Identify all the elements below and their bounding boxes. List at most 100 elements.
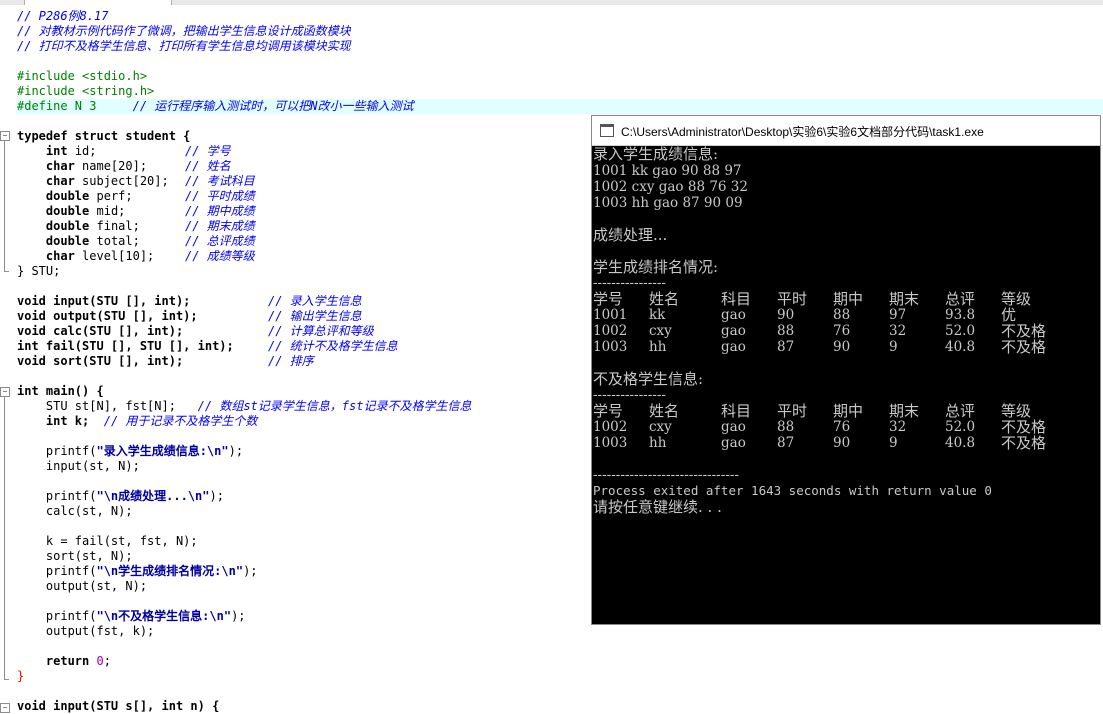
function-prototype: void input(STU [], int); <box>17 294 191 308</box>
fold-toggle-main[interactable]: − <box>0 387 10 397</box>
editor-tab-active[interactable] <box>24 0 172 5</box>
code-line[interactable]: void calc(STU [], int); // 计算总评和等级 <box>17 324 374 339</box>
variable-declaration: int k; <box>45 414 90 428</box>
code-line[interactable]: return 0; <box>17 654 111 669</box>
code-line[interactable]: int k; // 用于记录不及格学生个数 <box>17 414 258 429</box>
field-name: id; <box>67 144 97 158</box>
console-text: 请按任意键继续. . . <box>593 498 722 516</box>
field-name: level[10]; <box>74 249 155 263</box>
code-line[interactable]: void input(STU [], int); // 录入学生信息 <box>17 294 362 309</box>
code-comment: // 考试科目 <box>185 174 255 188</box>
code-line[interactable]: int id; // 学号 <box>17 144 231 159</box>
editor-gutter: − − − <box>0 5 16 713</box>
code-line[interactable]: double perf; // 平时成绩 <box>17 189 255 204</box>
console-titlebar[interactable]: C:\Users\Administrator\Desktop\实验6\实验6文档… <box>592 116 1100 146</box>
string-literal: "\n学生成绩排名情况:\n" <box>96 564 244 578</box>
code-comment: // 对教材示例代码作了微调，把输出学生信息设计成函数模块 <box>17 24 351 38</box>
code-line[interactable]: printf("\n不及格学生信息:\n"); <box>17 609 246 624</box>
fold-toggle-input[interactable]: − <box>0 703 10 713</box>
console-text: 成绩处理... <box>593 226 668 244</box>
code-line[interactable]: output(fst, k); <box>17 624 154 639</box>
code-line[interactable]: double total; // 总评成绩 <box>17 234 255 249</box>
code-comment: // 平时成绩 <box>185 189 255 203</box>
code-comment: // 期末成绩 <box>185 219 255 233</box>
console-cell: hh <box>649 435 667 451</box>
console-cell: 40.8 <box>945 339 976 355</box>
console-cell: 9 <box>889 435 898 451</box>
code-line[interactable]: printf("\n学生成绩排名情况:\n"); <box>17 564 258 579</box>
struct-end: } STU; <box>17 264 61 278</box>
code-line[interactable]: output(st, N); <box>17 579 147 594</box>
console-window[interactable]: C:\Users\Administrator\Desktop\实验6\实验6文档… <box>591 115 1101 625</box>
code-line[interactable]: char name[20]; // 姓名 <box>17 159 231 174</box>
code-line[interactable]: #define N 3 // 运行程序输入测试时，可以把N改小一些输入测试 <box>17 99 414 114</box>
field-name: subject[20]; <box>74 174 169 188</box>
console-cell: gao <box>721 339 746 355</box>
code-line[interactable]: printf("\n成绩处理...\n"); <box>17 489 224 504</box>
code-line[interactable]: typedef struct student { <box>17 129 190 144</box>
code-line[interactable]: sort(st, N); <box>17 549 133 564</box>
field-name: total; <box>89 234 140 248</box>
code-line[interactable]: input(st, N); <box>17 459 140 474</box>
console-cell: 1001 <box>593 307 628 323</box>
console-output[interactable]: 录入学生成绩信息: 1001 kk gao 90 88 97 1002 cxy … <box>592 146 1100 624</box>
console-app-icon <box>600 124 614 137</box>
preprocessor-directive: #include <stdio.h> <box>17 69 148 83</box>
code-line[interactable]: printf("录入学生成绩信息:\n"); <box>17 444 243 459</box>
code-comment: // 排序 <box>268 354 314 368</box>
console-column-header: 期末 <box>889 290 920 308</box>
code-line[interactable]: } <box>17 669 24 684</box>
console-cell: 1003 <box>593 339 628 355</box>
console-text: 1002 cxy gao 88 76 32 <box>593 179 748 195</box>
code-comment: // P286例8.17 <box>17 9 109 23</box>
code-line[interactable]: // 对教材示例代码作了微调，把输出学生信息设计成函数模块 <box>17 24 351 39</box>
field-name: perf; <box>89 189 133 203</box>
console-cell: 88 <box>833 307 851 323</box>
console-column-header: 学号 <box>593 290 624 308</box>
console-column-header: 平时 <box>777 290 808 308</box>
console-cell: gao <box>721 323 746 339</box>
type-keyword: double <box>45 189 90 203</box>
code-line[interactable]: char subject[20]; // 考试科目 <box>17 174 255 189</box>
code-line[interactable]: calc(st, N); <box>17 504 133 519</box>
console-cell: 1002 <box>593 323 628 339</box>
code-comment: // 成绩等级 <box>185 249 255 263</box>
console-column-header: 姓名 <box>649 290 680 308</box>
code-line[interactable]: void input(STU s[], int n) { <box>17 699 219 714</box>
code-comment: // 统计不及格学生信息 <box>268 339 398 353</box>
console-cell: 32 <box>889 419 907 435</box>
fold-toggle-struct[interactable]: − <box>0 131 10 141</box>
type-keyword: double <box>45 234 90 248</box>
console-cell: cxy <box>649 419 672 435</box>
code-comment: // 录入学生信息 <box>268 294 362 308</box>
console-column-header: 期末 <box>889 402 920 420</box>
code-line[interactable]: double mid; // 期中成绩 <box>17 204 255 219</box>
console-column-header: 等级 <box>1001 290 1032 308</box>
code-line[interactable]: // 打印不及格学生信息、打印所有学生信息均调用该模块实现 <box>17 39 351 54</box>
code-comment: // 姓名 <box>185 159 231 173</box>
console-divider: ---------------- <box>593 275 666 291</box>
code-line[interactable]: double final; // 期末成绩 <box>17 219 255 234</box>
console-cell: cxy <box>649 323 672 339</box>
code-line[interactable]: // P286例8.17 <box>17 9 108 24</box>
console-text: 学生成绩排名情况: <box>593 258 719 276</box>
code-line[interactable]: int fail(STU [], STU [], int); // 统计不及格学生… <box>17 339 398 354</box>
code-comment: // 期中成绩 <box>185 204 255 218</box>
console-cell: 87 <box>777 435 795 451</box>
console-cell: 90 <box>833 435 851 451</box>
code-line[interactable]: #include <string.h> <box>17 84 154 99</box>
function-call: calc(st, N); <box>45 504 133 518</box>
code-comment: // 学号 <box>185 144 231 158</box>
code-line[interactable]: } STU; <box>17 264 60 279</box>
code-line[interactable]: STU st[N], fst[N]; // 数组st记录学生信息，fst记录不及… <box>17 399 472 414</box>
console-divider: ---------------- <box>593 387 666 403</box>
editor-tab-strip <box>0 0 1103 5</box>
console-cell: gao <box>721 307 746 323</box>
code-line[interactable]: int main() { <box>17 384 104 399</box>
code-line[interactable]: k = fail(st, fst, N); <box>17 534 198 549</box>
console-cell: 不及格 <box>1001 322 1047 340</box>
code-line[interactable]: #include <stdio.h> <box>17 69 147 84</box>
code-line[interactable]: char level[10]; // 成绩等级 <box>17 249 255 264</box>
code-line[interactable]: void output(STU [], int); // 输出学生信息 <box>17 309 362 324</box>
code-line[interactable]: void sort(STU [], int); // 排序 <box>17 354 314 369</box>
